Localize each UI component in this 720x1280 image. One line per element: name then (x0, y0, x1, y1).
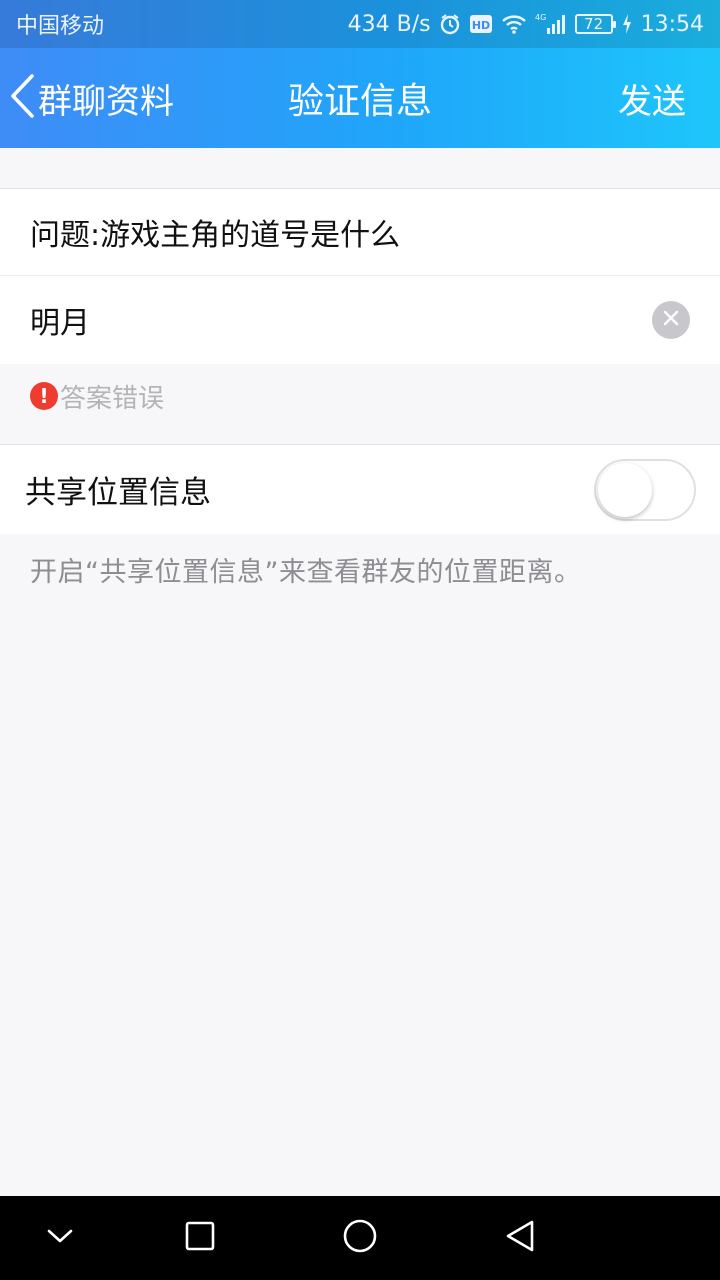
hd-icon: HD (469, 13, 493, 35)
share-location-hint: 开启“共享位置信息”来查看群友的位置距离。 (30, 557, 582, 588)
home-icon (342, 1218, 378, 1258)
share-location-row: 共享位置信息 (0, 444, 720, 534)
answer-input[interactable] (30, 302, 652, 338)
chevron-left-icon (8, 73, 36, 123)
answer-field-row (0, 276, 720, 364)
recents-button[interactable] (160, 1196, 240, 1280)
close-icon (663, 310, 679, 330)
chevron-down-icon (45, 1226, 75, 1250)
question-text: 问题:游戏主角的道号是什么 (0, 188, 720, 276)
send-button[interactable]: 发送 (618, 48, 686, 148)
alarm-icon (439, 13, 461, 35)
network-speed: 434 B/s (347, 11, 431, 37)
status-indicators: 434 B/s HD 4G 72 13:54 (348, 12, 704, 37)
header: 中国移动 434 B/s HD 4G 72 13:54 验证信息 群聊资料 发送 (0, 0, 720, 148)
toggle-knob (598, 462, 652, 517)
screen: 中国移动 434 B/s HD 4G 72 13:54 验证信息 群聊资料 发送… (0, 0, 720, 1280)
status-bar: 中国移动 434 B/s HD 4G 72 13:54 (0, 0, 720, 48)
nav-bar: 验证信息 群聊资料 发送 (0, 48, 720, 148)
svg-text:HD: HD (471, 19, 489, 32)
collapse-button[interactable] (20, 1196, 100, 1280)
error-text: 答案错误 (60, 383, 165, 414)
back-button[interactable]: 群聊资料 (8, 48, 174, 148)
carrier-name: 中国移动 (16, 14, 105, 39)
svg-text:4G: 4G (535, 13, 546, 22)
share-location-toggle[interactable] (594, 458, 696, 521)
recents-icon (184, 1220, 216, 1256)
wifi-icon (501, 13, 527, 35)
clock: 13:54 (640, 11, 704, 37)
error-message: ! 答案错误 (30, 380, 165, 414)
battery-icon: 72 (574, 14, 616, 34)
clear-input-button[interactable] (652, 301, 690, 339)
system-back-button[interactable] (480, 1196, 560, 1280)
home-button[interactable] (320, 1196, 400, 1280)
charging-icon (621, 13, 633, 35)
signal-icon: 4G (535, 12, 567, 36)
battery-level: 72 (584, 14, 604, 33)
back-triangle-icon (504, 1219, 536, 1257)
system-nav-bar (0, 1196, 720, 1280)
back-label: 群聊资料 (38, 81, 174, 122)
share-location-label: 共享位置信息 (25, 475, 211, 511)
exclamation-icon: ! (30, 382, 58, 410)
